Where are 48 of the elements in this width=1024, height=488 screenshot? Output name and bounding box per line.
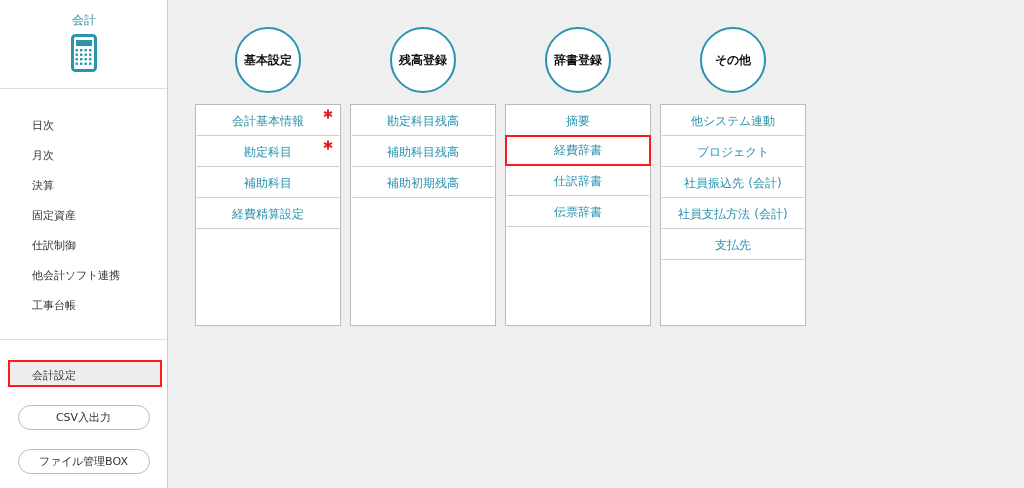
menu-link[interactable]: 勘定科目: [196, 136, 340, 167]
nav-item[interactable]: 他会計ソフト連携: [0, 261, 167, 291]
sidebar-button[interactable]: ファイル管理BOX: [17, 449, 150, 474]
menu-link[interactable]: 社員振込先 (会計): [661, 167, 805, 198]
nav-item[interactable]: 決算: [0, 171, 167, 201]
menu-link-label: 他システム連動: [691, 112, 775, 130]
menu-link-label: 補助初期残高: [387, 174, 459, 192]
nav-item[interactable]: 仕訳制御: [0, 231, 167, 261]
nav-item[interactable]: 固定資産: [0, 201, 167, 231]
menu-link-label: 伝票辞書: [554, 203, 602, 221]
category-badge: その他: [700, 27, 766, 93]
menu-link-label: 会計基本情報: [232, 112, 304, 130]
nav-item[interactable]: 日次: [0, 111, 167, 141]
menu-link[interactable]: 社員支払方法 (会計): [661, 198, 805, 229]
menu-link[interactable]: 会計基本情報: [196, 105, 340, 136]
sidebar-title: 会計: [71, 12, 96, 29]
menu-link[interactable]: プロジェクト: [661, 136, 805, 167]
menu-link[interactable]: 伝票辞書: [506, 196, 650, 227]
menu-link[interactable]: 補助科目残高: [351, 136, 495, 167]
menu-link-label: 勘定科目: [244, 143, 292, 161]
menu-link-label: 経費辞書: [554, 142, 602, 159]
menu-link[interactable]: 支払先: [661, 229, 805, 260]
menu-link-label: 補助科目残高: [387, 143, 459, 161]
menu-link-label: 仕訳辞書: [554, 172, 602, 190]
menu-link-label: 支払先: [715, 236, 751, 254]
menu-link-label: 社員振込先 (会計): [684, 174, 782, 192]
menu-link[interactable]: 補助初期残高: [351, 167, 495, 198]
category-badge: 残高登録: [390, 27, 456, 93]
menu-link[interactable]: 補助科目: [196, 167, 340, 198]
menu-link-label: プロジェクト: [697, 143, 769, 161]
menu-link[interactable]: 経費辞書: [505, 135, 651, 166]
menu-link-label: 経費精算設定: [232, 205, 304, 223]
menu-link[interactable]: 摘要: [506, 105, 650, 136]
category-badge: 基本設定: [235, 27, 301, 93]
menu-link[interactable]: 勘定科目残高: [351, 105, 495, 136]
menu-link[interactable]: 仕訳辞書: [506, 165, 650, 196]
menu-link-label: 勘定科目残高: [387, 112, 459, 130]
menu-link-label: 社員支払方法 (会計): [678, 205, 788, 223]
calculator-icon: [70, 34, 97, 72]
category-badge: 辞書登録: [545, 27, 611, 93]
menu-link[interactable]: 経費精算設定: [196, 198, 340, 229]
menu-link[interactable]: 他システム連動: [661, 105, 805, 136]
menu-link-label: 摘要: [566, 112, 590, 130]
sidebar-button[interactable]: CSV入出力: [17, 405, 150, 430]
nav-item[interactable]: 工事台帳: [0, 291, 167, 321]
menu-link-label: 補助科目: [244, 174, 292, 192]
nav-item[interactable]: 会計設定: [8, 360, 162, 387]
nav-item[interactable]: 月次: [0, 141, 167, 171]
